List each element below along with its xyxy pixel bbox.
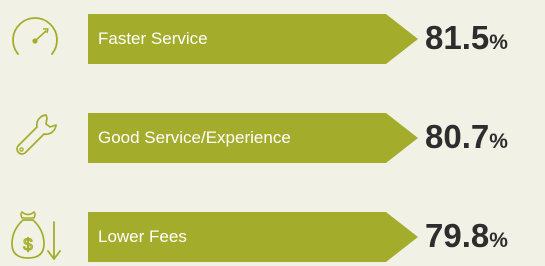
- value-unit: %: [489, 31, 508, 54]
- money-bag-down-arrow-icon: $: [8, 208, 62, 262]
- wrench-icon: [8, 109, 62, 163]
- value-number: 79.8: [425, 217, 490, 254]
- value-unit: %: [489, 130, 508, 153]
- chart-row-good-service: Good Service/Experience 80.7%: [0, 109, 545, 163]
- bar-label: Faster Service: [98, 29, 208, 48]
- svg-text:$: $: [23, 235, 33, 254]
- bar-lower-fees: Lower Fees: [88, 212, 418, 262]
- value-number: 80.7: [425, 118, 490, 155]
- bar-label: Good Service/Experience: [98, 128, 291, 147]
- chart-row-lower-fees: $ Lower Fees 79.8%: [0, 208, 545, 262]
- value-number: 81.5: [425, 19, 490, 56]
- bar-label: Lower Fees: [98, 227, 187, 246]
- chart-row-faster-service: Faster Service 81.5%: [0, 10, 545, 64]
- bar-faster-service: Faster Service: [88, 14, 418, 64]
- value-unit: %: [489, 229, 508, 252]
- data-label-lower-fees: 79.8%: [425, 214, 508, 265]
- data-label-good-service-experience: 80.7%: [425, 115, 508, 166]
- speedometer-icon: [8, 10, 62, 64]
- bar-good-service-experience: Good Service/Experience: [88, 113, 418, 163]
- data-label-faster-service: 81.5%: [425, 16, 508, 67]
